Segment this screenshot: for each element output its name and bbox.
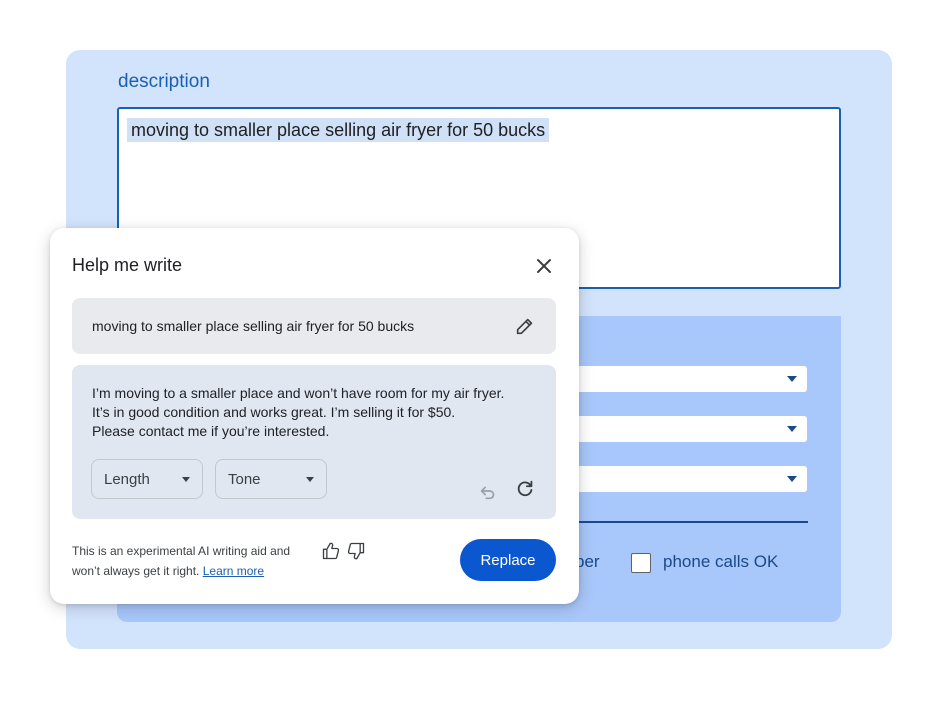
result-line-3: Please contact me if you’re interested. (92, 423, 330, 439)
phone-calls-label: phone calls OK (663, 552, 779, 571)
result-line-2: It’s in good condition and works great. … (92, 404, 456, 420)
edit-prompt-button[interactable] (514, 315, 536, 337)
result-box: I’m moving to a smaller place and won’t … (72, 365, 556, 519)
divider-line (575, 521, 808, 523)
dropdown-arrow-icon (787, 426, 797, 432)
refresh-icon (517, 480, 533, 497)
description-text: moving to smaller place selling air frye… (127, 118, 550, 142)
length-dropdown[interactable]: Length (91, 459, 203, 499)
dropdown-arrow-icon (787, 476, 797, 482)
thumbs-down-icon (347, 542, 365, 560)
regenerate-button[interactable] (514, 478, 536, 500)
thumbs-down-button[interactable] (346, 541, 366, 561)
chevron-down-icon (182, 477, 190, 482)
disclaimer-line-2: won’t always get it right. (72, 564, 200, 578)
select-field-3[interactable] (575, 466, 807, 492)
thumbs-up-icon (322, 542, 340, 560)
undo-icon (480, 486, 495, 500)
thumbs-up-button[interactable] (321, 541, 341, 561)
length-label: Length (104, 471, 150, 488)
dialog-title: Help me write (72, 255, 183, 275)
prompt-text: moving to smaller place selling air frye… (92, 318, 415, 334)
description-label: description (118, 71, 210, 92)
chevron-down-icon (306, 477, 314, 482)
close-icon (537, 259, 551, 273)
close-button[interactable] (532, 254, 556, 278)
dropdown-arrow-icon (787, 376, 797, 382)
prompt-box: moving to smaller place selling air frye… (72, 298, 556, 354)
phone-calls-checkbox[interactable] (631, 553, 651, 573)
learn-more-link[interactable]: Learn more (203, 564, 264, 578)
replace-button[interactable]: Replace (460, 539, 556, 581)
tone-label: Tone (228, 471, 261, 488)
select-field-2[interactable] (575, 416, 807, 442)
tone-dropdown[interactable]: Tone (215, 459, 327, 499)
disclaimer: This is an experimental AI writing aid a… (72, 541, 290, 581)
disclaimer-line-1: This is an experimental AI writing aid a… (72, 544, 291, 558)
select-field-1[interactable] (575, 366, 807, 392)
undo-button[interactable] (477, 480, 499, 502)
help-me-write-dialog: Help me write moving to smaller place se… (50, 228, 579, 604)
result-line-1: I’m moving to a smaller place and won’t … (92, 385, 505, 401)
pencil-icon (516, 318, 533, 335)
